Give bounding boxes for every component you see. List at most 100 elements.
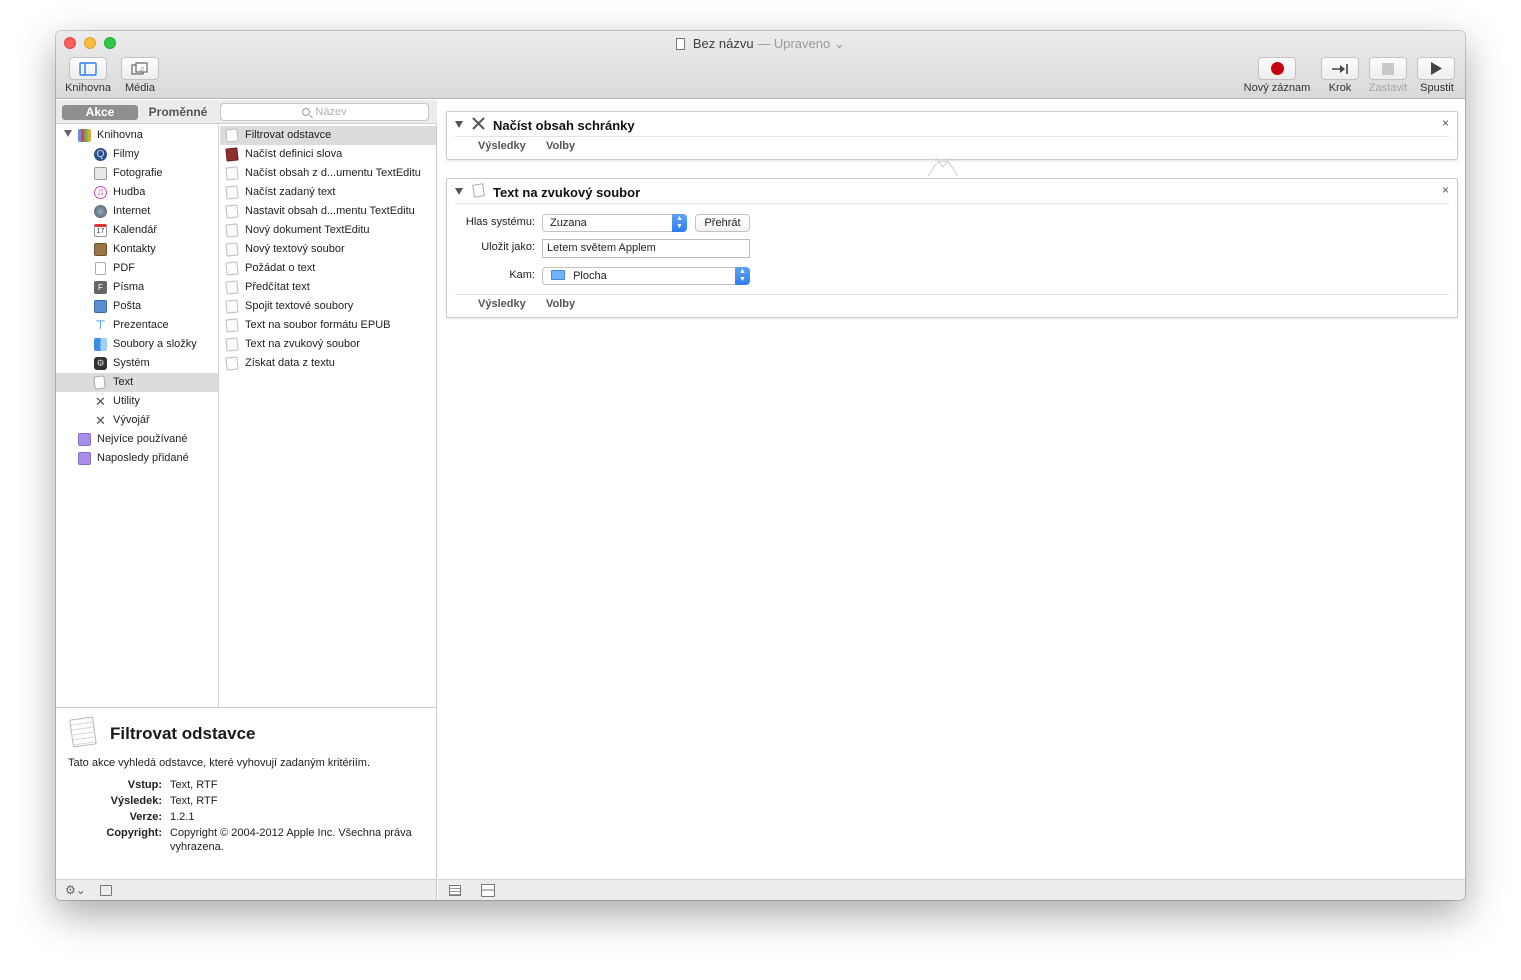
category-presentation[interactable]: ⊤ Prezentace (56, 316, 218, 335)
popup-arrows-icon: ▲ ▼ (672, 214, 687, 232)
category-developer[interactable]: ✕ Vývojář (56, 411, 218, 430)
tab-options[interactable]: Volby (546, 140, 575, 152)
step-tabs: Výsledky Volby (455, 136, 1449, 158)
collapse-triangle-icon[interactable] (455, 188, 463, 195)
flow-view-icon[interactable] (481, 884, 495, 897)
description-toggle-icon[interactable] (100, 885, 112, 896)
step-title: Načíst obsah schránky (493, 118, 635, 133)
stop-button[interactable] (1369, 57, 1407, 80)
play-voice-button[interactable]: Přehrát (695, 214, 750, 232)
record-icon (1270, 62, 1284, 75)
close-icon[interactable]: × (1442, 116, 1449, 130)
action-item[interactable]: Načíst obsah z d...umentu TextEditu (220, 164, 436, 183)
category-label: Fotografie (113, 167, 163, 179)
category-contacts[interactable]: Kontakty (56, 240, 218, 259)
description-key: Copyright: (106, 827, 162, 839)
category-label: Utility (113, 395, 140, 407)
contacts-icon (94, 243, 107, 256)
media-label: Média (125, 82, 155, 94)
run-label: Spustit (1420, 82, 1454, 94)
action-item[interactable]: Požádat o text (220, 259, 436, 278)
action-item[interactable]: Načíst zadaný text (220, 183, 436, 202)
text-doc-icon (225, 223, 239, 238)
workflow-step-text-to-audio[interactable]: Text na zvukový soubor × Hlas systému: Z… (446, 178, 1458, 318)
where-label: Kam: (509, 269, 535, 281)
action-label: Nový dokument TextEditu (245, 224, 370, 236)
collapse-triangle-icon[interactable] (455, 121, 463, 128)
workflow-step-get-clipboard[interactable]: Načíst obsah schránky × Výsledky Volby (446, 111, 1458, 160)
text-doc-icon (225, 356, 239, 371)
media-button[interactable]: ♫ (121, 57, 159, 80)
category-system[interactable]: ⚙ Systém (56, 354, 218, 373)
description-value: Text, RTF (170, 795, 218, 807)
text-doc-icon (225, 128, 239, 143)
action-item[interactable]: Nový textový soubor (220, 240, 436, 259)
step-divider (455, 203, 1449, 204)
category-most-used[interactable]: Nejvíce používané (56, 430, 218, 449)
category-pdf[interactable]: PDF (56, 259, 218, 278)
action-item[interactable]: Text na zvukový soubor (220, 335, 436, 354)
tab-options[interactable]: Volby (546, 298, 575, 310)
action-item[interactable]: Text na soubor formátu EPUB (220, 316, 436, 335)
category-mail[interactable]: Pošta (56, 297, 218, 316)
category-fonts[interactable]: F Písma (56, 278, 218, 297)
category-files-folders[interactable]: Soubory a složky (56, 335, 218, 354)
category-movies[interactable]: Q Filmy (56, 145, 218, 164)
text-doc-icon (225, 280, 239, 295)
save-as-field[interactable]: Letem světem Applem (542, 239, 750, 258)
action-item[interactable]: Nový dokument TextEditu (220, 221, 436, 240)
description-value: 1.2.1 (170, 811, 195, 823)
automator-window: Bez názvu — Upraveno ⌄ Knihovna ♫ Média … (56, 31, 1465, 900)
action-item[interactable]: Nastavit obsah d...mentu TextEditu (220, 202, 436, 221)
tab-results[interactable]: Výsledky (478, 140, 526, 152)
action-item[interactable]: Získat data z textu (220, 354, 436, 373)
action-item[interactable]: Filtrovat odstavce (220, 126, 436, 145)
action-item[interactable]: Spojit textové soubory (220, 297, 436, 316)
record-button[interactable] (1258, 57, 1296, 80)
record-label: Nový záznam (1243, 82, 1311, 94)
category-utilities[interactable]: ✕ Utility (56, 392, 218, 411)
category-label: Nejvíce používané (97, 433, 188, 445)
category-recently-added[interactable]: Naposledy přidané (56, 449, 218, 468)
title-separator: — (757, 36, 771, 51)
gear-icon[interactable]: ⚙⌄ (65, 883, 86, 897)
list-view-icon[interactable] (449, 885, 461, 896)
run-button[interactable] (1417, 57, 1455, 80)
category-calendar[interactable]: 17 Kalendář (56, 221, 218, 240)
search-icon (302, 108, 311, 116)
search-placeholder: Název (315, 106, 347, 118)
smart-folder-icon (78, 433, 91, 446)
search-input[interactable]: Název (220, 103, 429, 121)
action-item[interactable]: Načíst definici slova (220, 145, 436, 164)
action-label: Spojit textové soubory (245, 300, 354, 312)
category-text[interactable]: Text (56, 373, 218, 392)
step-button[interactable] (1321, 57, 1359, 80)
category-internet[interactable]: Internet (56, 202, 218, 221)
text-icon (93, 375, 106, 390)
action-item[interactable]: Předčítat text (220, 278, 436, 297)
workflow-area: Načíst obsah schránky × Výsledky Volby T… (438, 100, 1465, 879)
library-toggle-button[interactable] (69, 57, 107, 80)
category-label: Kontakty (113, 243, 156, 255)
category-label: Text (113, 376, 134, 388)
description-key: Vstup: (127, 779, 162, 791)
tab-variables[interactable]: Proměnné (142, 105, 214, 120)
category-music[interactable]: ♫ Hudba (56, 183, 218, 202)
category-label: Kalendář (113, 224, 158, 236)
tab-results[interactable]: Výsledky (478, 298, 526, 310)
quicktime-icon: Q (94, 148, 107, 161)
music-note-icon: ♫ (94, 186, 107, 199)
action-label: Předčítat text (245, 281, 310, 293)
text-doc-icon (225, 185, 239, 200)
category-label: Knihovna (97, 129, 143, 141)
category-library[interactable]: Knihovna (56, 126, 218, 145)
window-title[interactable]: Bez názvu — Upraveno ⌄ (56, 36, 1465, 52)
category-photos[interactable]: Fotografie (56, 164, 218, 183)
close-icon[interactable]: × (1442, 183, 1449, 197)
description-title: Filtrovat odstavce (110, 724, 256, 743)
where-select[interactable]: Plocha ▲ ▼ (542, 267, 750, 285)
voice-select[interactable]: Zuzana ▲ ▼ (542, 214, 687, 232)
save-as-label: Uložit jako: (481, 241, 535, 253)
utilities-icon: ✕ (95, 394, 106, 409)
tab-actions[interactable]: Akce (62, 105, 138, 120)
